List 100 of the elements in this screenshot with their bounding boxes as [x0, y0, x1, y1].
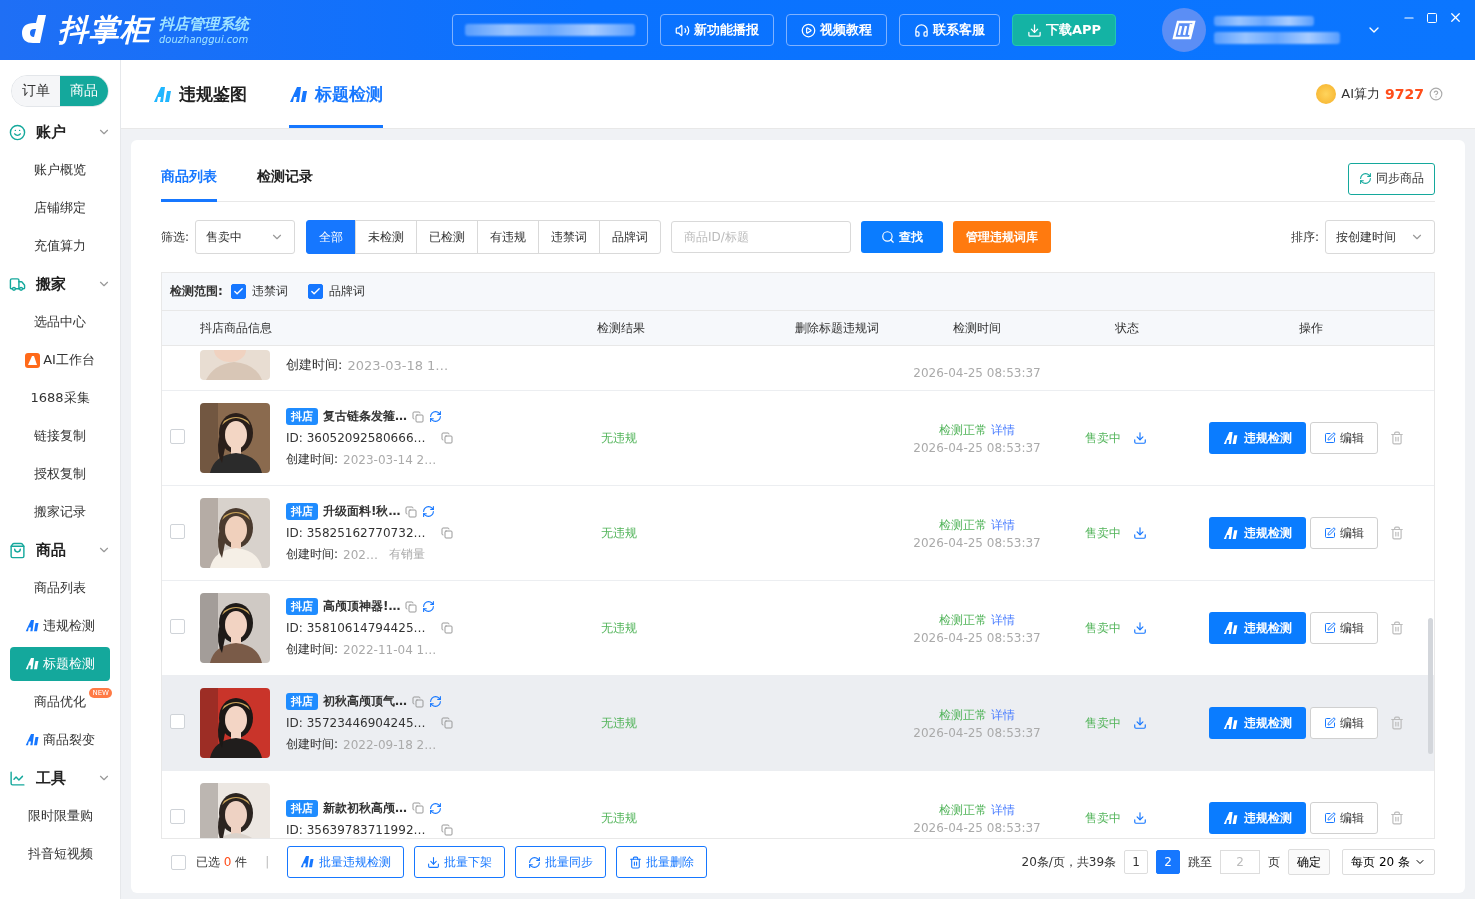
select-all-checkbox[interactable]: [171, 854, 186, 870]
download-icon[interactable]: [1133, 431, 1147, 445]
page-button[interactable]: 1: [1124, 850, 1149, 874]
row-checkbox[interactable]: [170, 714, 185, 729]
batch-button[interactable]: 批量违规检测: [287, 846, 405, 878]
scrollbar[interactable]: [1428, 618, 1433, 754]
menu-item[interactable]: 选品中心: [10, 305, 110, 339]
row-checkbox[interactable]: [170, 619, 185, 634]
mode-tab[interactable]: 订单: [12, 76, 60, 106]
copy-icon[interactable]: [405, 505, 418, 518]
detail-link[interactable]: 详情: [990, 517, 1015, 532]
menu-item[interactable]: 1688采集: [10, 381, 110, 415]
close-icon[interactable]: [1448, 10, 1463, 25]
header-button[interactable]: 新功能播报: [660, 14, 774, 46]
checkbox[interactable]: [307, 284, 323, 299]
copy-icon[interactable]: [412, 695, 424, 708]
edit-button[interactable]: 编辑: [1310, 612, 1378, 644]
detect-button[interactable]: 违规检测: [1209, 422, 1306, 454]
menu-item[interactable]: 账户概览: [10, 153, 110, 187]
detail-link[interactable]: 详情: [990, 612, 1015, 627]
search-button[interactable]: 查找: [861, 221, 944, 253]
trash-icon[interactable]: [1390, 716, 1404, 730]
sync-products-button[interactable]: 同步商品: [1348, 162, 1435, 195]
trash-icon[interactable]: [1390, 526, 1404, 540]
top-tab[interactable]: 违规鉴图: [153, 60, 247, 128]
filter-tab[interactable]: 品牌词: [599, 220, 662, 254]
checkbox[interactable]: [230, 284, 246, 299]
search-icon: [881, 230, 896, 244]
download-icon[interactable]: [1133, 811, 1147, 825]
blurred-field[interactable]: [452, 14, 648, 46]
edit-button[interactable]: 编辑: [1310, 422, 1378, 454]
detect-button[interactable]: 违规检测: [1209, 612, 1306, 644]
copy-icon[interactable]: [412, 802, 424, 814]
download-icon[interactable]: [1133, 526, 1147, 540]
menu-item[interactable]: 商品列表: [10, 571, 110, 605]
filter-tab[interactable]: 未检测: [355, 220, 418, 254]
row-checkbox[interactable]: [170, 524, 185, 539]
menu-item[interactable]: 店铺绑定: [10, 191, 110, 225]
sort-select[interactable]: 按创建时间: [1325, 220, 1435, 254]
filter-tab[interactable]: 有违规: [477, 220, 540, 254]
menu-item[interactable]: 搬家记录: [10, 495, 110, 529]
copy-icon[interactable]: [440, 717, 453, 729]
copy-icon[interactable]: [440, 622, 453, 634]
copy-icon[interactable]: [440, 432, 453, 444]
menu-item[interactable]: 限时限量购: [10, 799, 110, 833]
sync-icon[interactable]: [429, 410, 442, 423]
trash-icon[interactable]: [1390, 811, 1404, 825]
help-icon[interactable]: [1429, 87, 1443, 101]
top-tab[interactable]: 标题检测: [289, 60, 383, 128]
menu-item[interactable]: 抖音短视频: [10, 837, 110, 871]
row-checkbox[interactable]: [170, 809, 185, 824]
page-button[interactable]: 2: [1156, 850, 1181, 874]
trash-icon[interactable]: [1390, 621, 1404, 635]
search-field[interactable]: 商品ID/标题: [671, 221, 852, 253]
detail-link[interactable]: 详情: [990, 802, 1015, 817]
trash-icon[interactable]: [1390, 431, 1404, 445]
status-select[interactable]: 售卖中: [195, 220, 296, 254]
menu-item[interactable]: 商品裂变: [10, 723, 110, 757]
menu-item[interactable]: 链接复制: [10, 419, 110, 453]
menu-group[interactable]: 账户: [5, 113, 115, 151]
copy-icon[interactable]: [440, 823, 453, 836]
detect-button[interactable]: 违规检测: [1209, 707, 1306, 739]
copy-icon[interactable]: [412, 410, 424, 423]
download-icon[interactable]: [1133, 621, 1147, 635]
avatar-icon[interactable]: [1162, 8, 1207, 52]
sync-icon[interactable]: [422, 600, 436, 613]
sync-icon[interactable]: [429, 801, 442, 815]
download-icon[interactable]: [1133, 716, 1147, 730]
edit-button[interactable]: 编辑: [1310, 707, 1378, 739]
menu-group[interactable]: 工具: [5, 759, 115, 797]
menu-group[interactable]: 商品: [5, 531, 115, 569]
header-button[interactable]: 视频教程: [786, 14, 887, 46]
menu-item[interactable]: 授权复制: [10, 457, 110, 491]
page-size-select[interactable]: 每页 20 条: [1342, 849, 1435, 875]
list-tab[interactable]: 商品列表: [161, 155, 217, 202]
header-button[interactable]: 联系客服: [899, 14, 1000, 46]
menu-group[interactable]: 搬家: [5, 265, 115, 303]
copy-icon[interactable]: [440, 527, 453, 539]
confirm-button[interactable]: 确定: [1288, 849, 1331, 875]
sync-icon[interactable]: [422, 505, 436, 518]
detect-button[interactable]: 违规检测: [1209, 802, 1306, 834]
filter-tab[interactable]: 已检测: [416, 220, 479, 254]
sync-icon[interactable]: [429, 695, 442, 708]
maximize-icon[interactable]: [1426, 11, 1438, 24]
edit-button[interactable]: 编辑: [1310, 517, 1378, 549]
detail-link[interactable]: 详情: [990, 422, 1015, 437]
detect-button[interactable]: 违规检测: [1209, 517, 1306, 549]
batch-button[interactable]: 批量下架: [414, 846, 506, 878]
list-tab[interactable]: 检测记录: [257, 155, 313, 202]
batch-button[interactable]: 批量删除: [616, 846, 708, 878]
menu-item[interactable]: 充值算力: [10, 229, 110, 263]
filter-tab[interactable]: 违禁词: [538, 220, 601, 254]
edit-button[interactable]: 编辑: [1310, 802, 1378, 834]
page-input[interactable]: 2: [1220, 850, 1261, 874]
batch-button[interactable]: 批量同步: [515, 846, 607, 878]
copy-icon[interactable]: [405, 600, 418, 613]
menu-item[interactable]: AI工作台: [10, 343, 110, 377]
menu-item[interactable]: 违规检测: [10, 609, 110, 643]
filter-tab[interactable]: 全部: [306, 220, 357, 254]
row-checkbox[interactable]: [170, 429, 185, 444]
